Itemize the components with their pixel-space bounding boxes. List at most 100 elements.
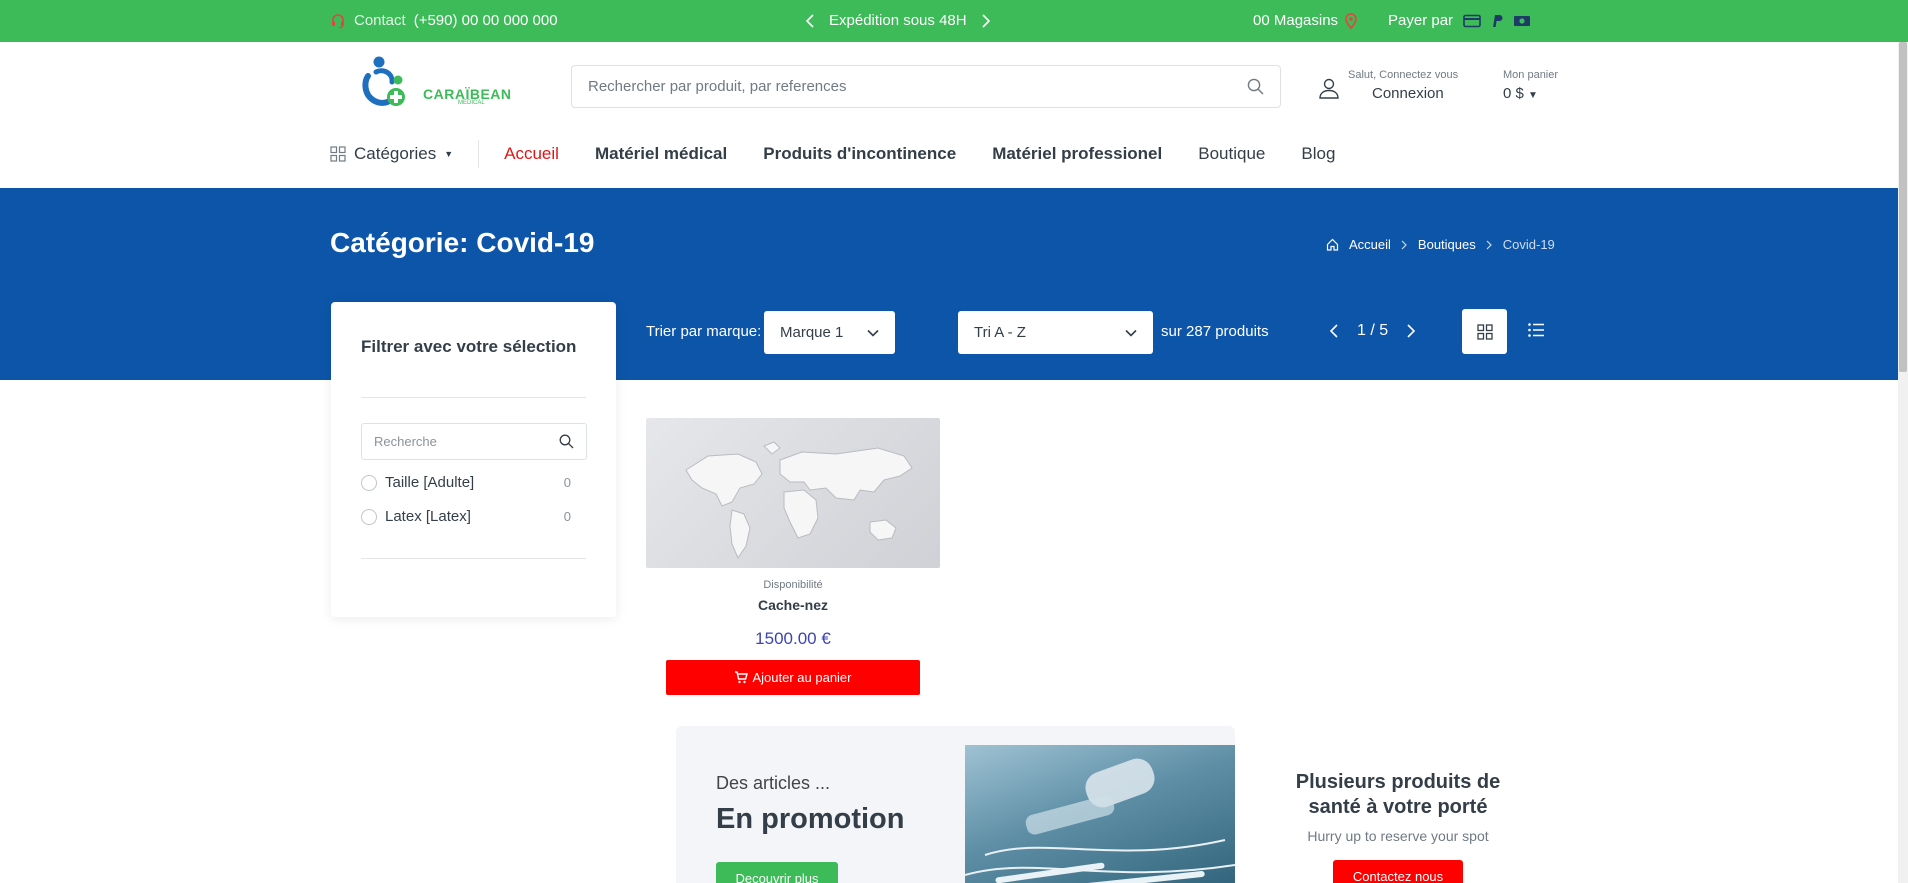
grid-icon bbox=[1476, 323, 1493, 340]
next-page-icon[interactable] bbox=[1406, 323, 1416, 339]
promo-carousel: Expédition sous 48H bbox=[805, 12, 991, 29]
home-icon bbox=[1326, 238, 1339, 251]
filter-option-count: 0 bbox=[563, 475, 571, 490]
brand-select[interactable]: Marque 1 bbox=[764, 311, 895, 354]
sort-select-value: Tri A - Z bbox=[974, 324, 1026, 341]
promo-text: Expédition sous 48H bbox=[829, 12, 967, 29]
promo-image bbox=[965, 745, 1235, 883]
side-promo: Plusieurs produits de santé à votre port… bbox=[1280, 770, 1516, 883]
side-promo-subtitle: Hurry up to reserve your spot bbox=[1307, 828, 1489, 844]
pay-label: Payer par bbox=[1388, 12, 1454, 29]
brand-sort-label: Trier par marque: bbox=[646, 323, 762, 340]
grid-view-button[interactable] bbox=[1462, 309, 1507, 354]
nav-materiel-medical[interactable]: Matériel médical bbox=[595, 144, 727, 164]
product-price: 1500.00 € bbox=[755, 629, 831, 648]
nav-blog[interactable]: Blog bbox=[1301, 144, 1335, 164]
nav-produits-incontinence[interactable]: Produits d'incontinence bbox=[763, 144, 956, 164]
chevron-right-icon[interactable] bbox=[981, 13, 991, 29]
filter-option[interactable]: Latex [Latex] 0 bbox=[361, 508, 571, 525]
categories-menu[interactable]: Catégories ▼ bbox=[330, 140, 480, 168]
divider bbox=[361, 397, 586, 398]
discover-button[interactable]: Decouvrir plus bbox=[716, 862, 838, 883]
chevron-right-icon bbox=[1401, 240, 1408, 250]
stores-link[interactable]: 00 Magasins bbox=[1253, 12, 1358, 29]
product-name[interactable]: Cache-nez bbox=[646, 597, 940, 613]
contact-button[interactable]: Contactez nous bbox=[1333, 860, 1463, 883]
contact-label: Contact bbox=[354, 12, 406, 29]
scrollbar-top bbox=[1898, 0, 1908, 42]
cart-icon bbox=[734, 671, 749, 684]
map-pin-icon bbox=[1344, 12, 1358, 29]
search-icon[interactable] bbox=[1247, 78, 1264, 95]
breadcrumb-boutiques[interactable]: Boutiques bbox=[1418, 237, 1476, 252]
promo-title: En promotion bbox=[716, 803, 905, 835]
contact-phone[interactable]: (+590) 00 00 000 000 bbox=[414, 12, 558, 29]
list-icon bbox=[1527, 321, 1545, 339]
nav-boutique[interactable]: Boutique bbox=[1198, 144, 1265, 164]
categories-label: Catégories bbox=[354, 144, 437, 163]
headset-icon bbox=[330, 13, 346, 29]
chevron-right-icon bbox=[1486, 240, 1493, 250]
breadcrumb: Accueil Boutiques Covid-19 bbox=[1326, 237, 1555, 252]
filter-option-count: 0 bbox=[563, 509, 571, 524]
breadcrumb-current: Covid-19 bbox=[1502, 237, 1555, 252]
caret-down-icon: ▼ bbox=[1528, 90, 1538, 101]
top-bar: Contact (+590) 00 00 000 000 Expédition … bbox=[0, 0, 1898, 42]
side-promo-title: Plusieurs produits de santé à votre port… bbox=[1295, 771, 1501, 818]
search-icon[interactable] bbox=[559, 434, 574, 449]
radio-button[interactable] bbox=[361, 508, 377, 525]
sort-select[interactable]: Tri A - Z bbox=[958, 311, 1153, 354]
product-image[interactable] bbox=[646, 418, 940, 568]
account-greeting: Salut, Connectez vous bbox=[1348, 69, 1459, 81]
filter-option[interactable]: Taille [Adulte] 0 bbox=[361, 474, 571, 491]
nav-accueil[interactable]: Accueil bbox=[504, 144, 559, 164]
add-to-cart-button[interactable]: Ajouter au panier bbox=[666, 660, 920, 695]
page-title: Catégorie: Covid-19 bbox=[330, 227, 595, 258]
payment-methods: Payer par bbox=[1388, 12, 1531, 29]
nav-materiel-professionel[interactable]: Matériel professionel bbox=[992, 144, 1162, 164]
cart-label: Mon panier bbox=[1503, 69, 1559, 81]
scrollbar[interactable] bbox=[1898, 42, 1908, 883]
scrollbar-thumb[interactable] bbox=[1899, 42, 1907, 372]
radio-button[interactable] bbox=[361, 474, 377, 491]
stores-text: 00 Magasins bbox=[1253, 12, 1339, 29]
list-view-button[interactable] bbox=[1527, 321, 1545, 339]
login-link[interactable]: Connexion bbox=[1372, 85, 1444, 102]
filter-title: Filtrer avec votre sélection bbox=[361, 337, 577, 356]
filter-panel: Filtrer avec votre sélection Taille [Adu… bbox=[331, 302, 616, 617]
prev-page-icon[interactable] bbox=[1329, 323, 1339, 339]
cart-amount-row[interactable]: 0 $ ▼ bbox=[1503, 85, 1558, 102]
divider bbox=[361, 558, 586, 559]
grid-icon bbox=[330, 146, 346, 162]
search-input[interactable] bbox=[588, 78, 1247, 95]
filter-search[interactable] bbox=[361, 423, 587, 460]
cart[interactable]: Mon panier 0 $ ▼ bbox=[1503, 69, 1558, 102]
add-to-cart-label: Ajouter au panier bbox=[752, 670, 852, 685]
cart-amount: 0 $ bbox=[1503, 85, 1524, 102]
main-nav: Catégories ▼ Accueil Matériel médical Pr… bbox=[330, 140, 1335, 168]
filter-option-label: Latex [Latex] bbox=[385, 508, 471, 525]
category-hero bbox=[0, 188, 1898, 380]
product-card[interactable]: Disponibilité Cache-nez 1500.00 € Ajoute… bbox=[646, 418, 940, 695]
page-indicator: 1 / 5 bbox=[1357, 322, 1389, 339]
chevron-down-icon bbox=[1125, 329, 1137, 337]
brand-select-value: Marque 1 bbox=[780, 324, 844, 341]
product-count: sur 287 produits bbox=[1161, 323, 1269, 340]
cash-icon bbox=[1513, 14, 1531, 28]
contact-info[interactable]: Contact (+590) 00 00 000 000 bbox=[330, 12, 558, 29]
paypal-icon bbox=[1491, 14, 1503, 28]
promo-pretitle: Des articles ... bbox=[716, 773, 831, 793]
promo-banner: Des articles ... En promotion Decouvrir … bbox=[676, 726, 1235, 883]
chevron-left-icon[interactable] bbox=[805, 13, 815, 29]
filter-search-input[interactable] bbox=[374, 434, 559, 449]
user-icon bbox=[1318, 77, 1340, 99]
logo-subtext: MEDICAL bbox=[458, 100, 485, 106]
filter-option-label: Taille [Adulte] bbox=[385, 474, 475, 491]
pagination: 1 / 5 bbox=[1329, 322, 1416, 340]
chevron-down-icon bbox=[867, 329, 879, 337]
product-search[interactable] bbox=[571, 65, 1281, 108]
caret-down-icon: ▼ bbox=[444, 149, 454, 159]
credit-card-icon bbox=[1463, 14, 1481, 28]
breadcrumb-accueil[interactable]: Accueil bbox=[1349, 237, 1391, 252]
product-availability: Disponibilité bbox=[763, 579, 823, 591]
